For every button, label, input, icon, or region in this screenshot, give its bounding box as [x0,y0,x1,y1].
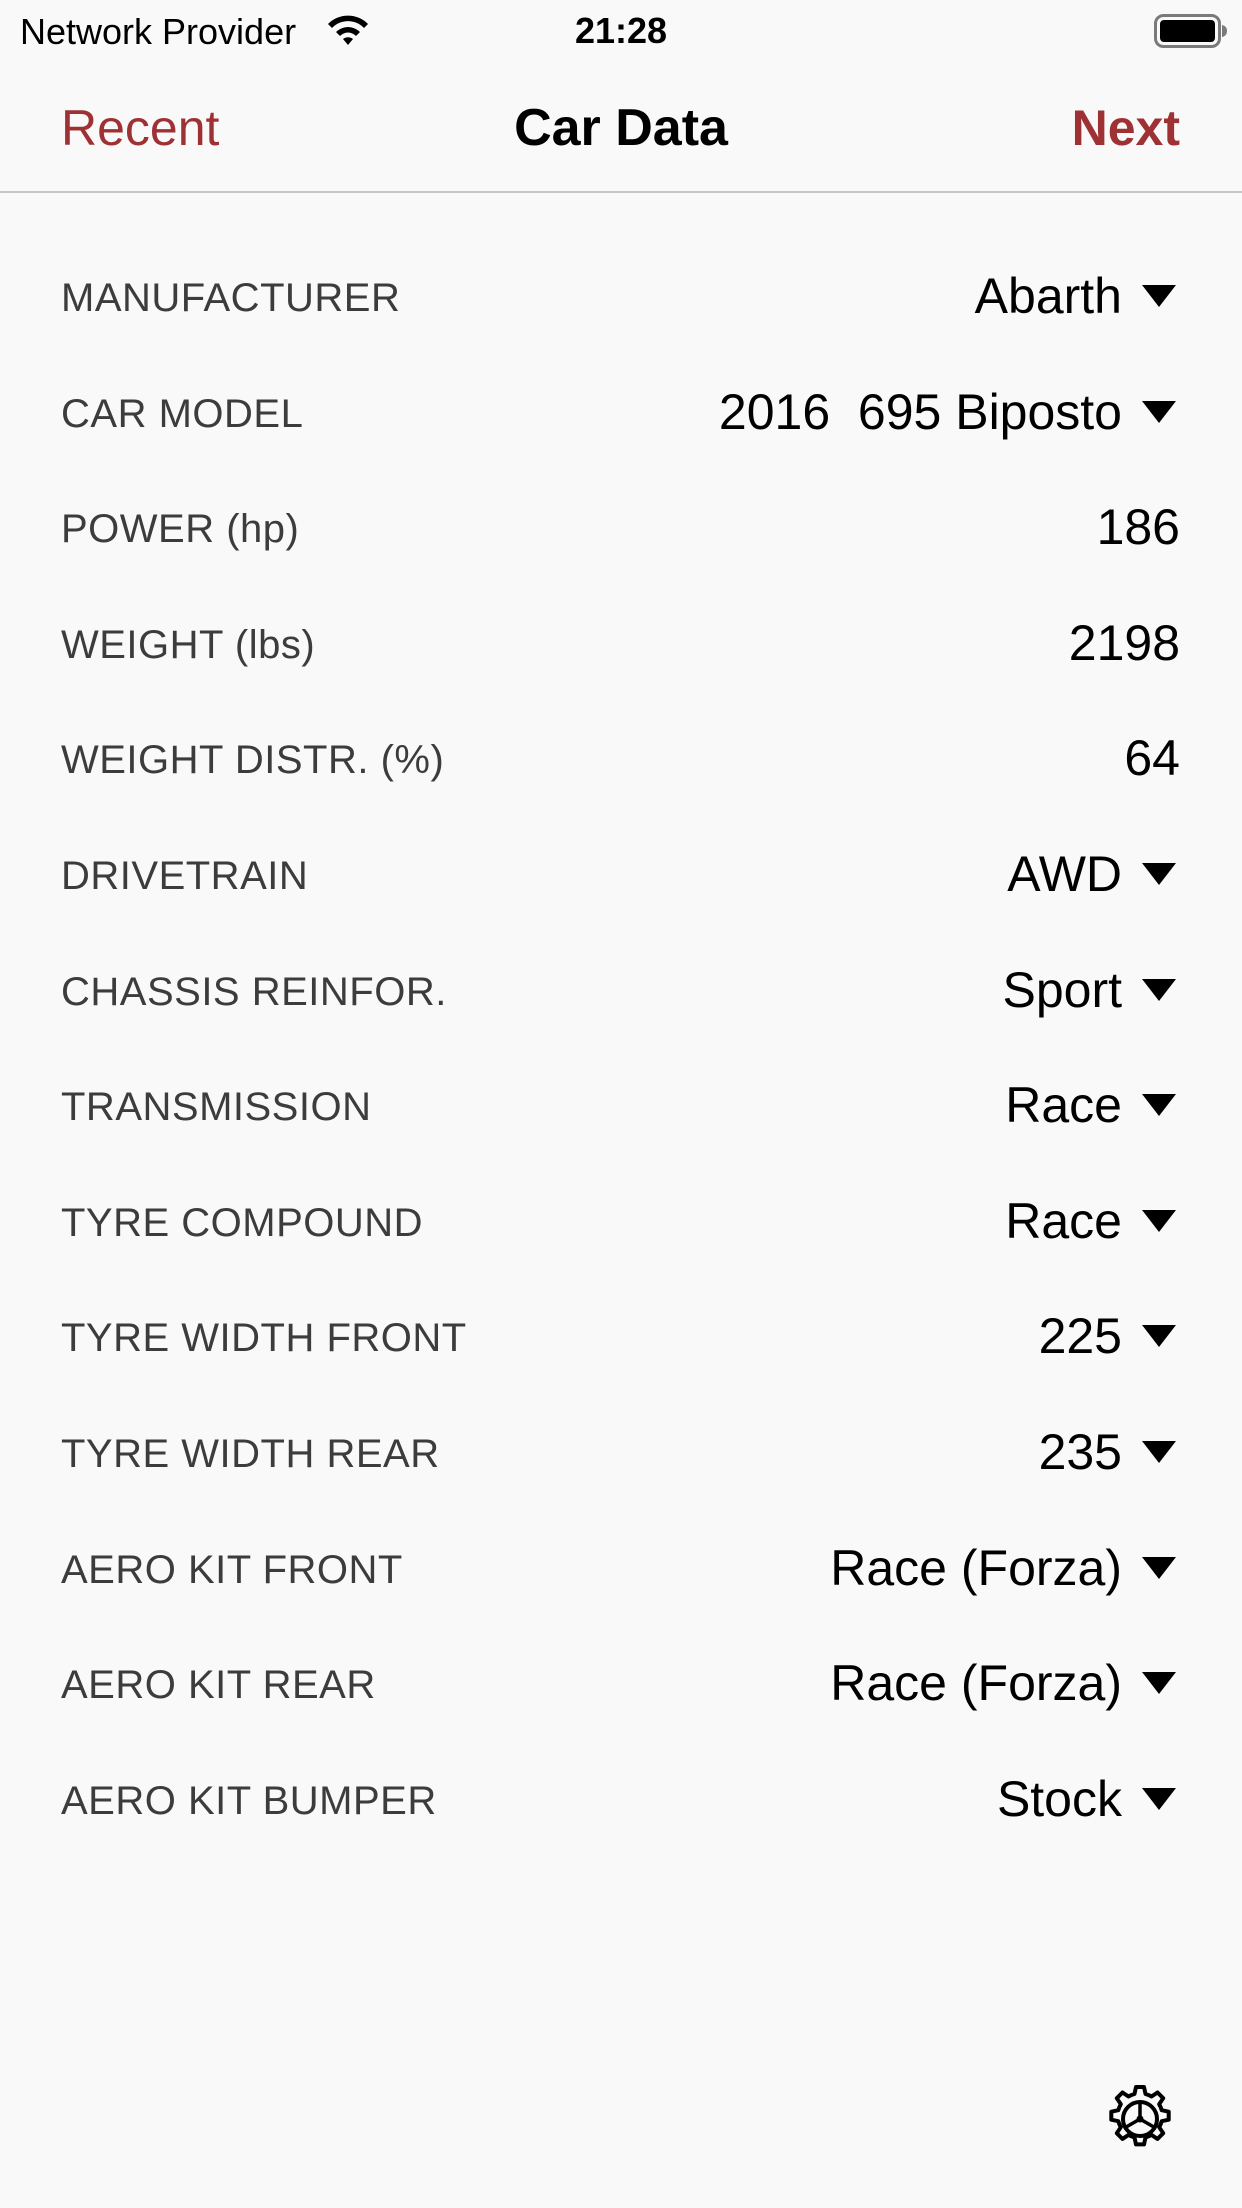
tyre-compound-row: TYRE COMPOUND Race [0,1178,1242,1294]
aero-kit-bumper-row: AERO KIT BUMPER Stock [0,1756,1242,1872]
transmission-label: TRANSMISSION [61,1085,372,1130]
aero-kit-rear-label: AERO KIT REAR [61,1663,376,1708]
aero-kit-bumper-label: AERO KIT BUMPER [61,1778,437,1823]
drivetrain-value: AWD [1007,845,1122,902]
weight-label: WEIGHT (lbs) [61,622,316,667]
tyre-width-front-select[interactable]: 225 [1039,1309,1180,1363]
chassis-reinfor-select[interactable]: Sport [1002,963,1180,1017]
next-button[interactable]: Next [1072,100,1180,156]
battery-full-icon [1154,14,1227,48]
dropdown-caret-icon [1142,1325,1176,1348]
dropdown-caret-icon [1142,978,1176,1001]
tyre-width-rear-select[interactable]: 235 [1039,1425,1180,1479]
weight-distr-label: WEIGHT DISTR. (%) [61,738,445,783]
navigation-bar: Recent Car Data Next [0,62,1242,193]
drivetrain-label: DRIVETRAIN [61,853,309,898]
weight-distr-value: 64 [1124,730,1180,787]
dropdown-caret-icon [1142,400,1176,423]
manufacturer-value: Abarth [974,268,1122,324]
chassis-reinfor-label: CHASSIS REINFOR. [61,969,447,1014]
manufacturer-select[interactable]: Abarth [975,269,1180,323]
gear-icon[interactable] [1104,2083,1176,2155]
page-title: Car Data [514,99,728,157]
transmission-select[interactable]: Race [1005,1078,1180,1132]
aero-kit-front-value: Race (Forza) [830,1539,1122,1596]
tyre-width-rear-label: TYRE WIDTH REAR [61,1431,440,1476]
power-row: POWER (hp) 186 [0,484,1242,600]
dropdown-caret-icon [1142,1787,1176,1810]
transmission-row: TRANSMISSION Race [0,1062,1242,1178]
tyre-width-rear-row: TYRE WIDTH REAR 235 [0,1409,1242,1525]
dropdown-caret-icon [1142,862,1176,885]
aero-kit-bumper-select[interactable]: Stock [997,1772,1180,1826]
aero-kit-front-row: AERO KIT FRONT Race (Forza) [0,1525,1242,1641]
tyre-compound-select[interactable]: Race [1005,1194,1180,1248]
chassis-reinfor-value: Sport [1002,961,1122,1018]
status-bar: Network Provider 21:28 [0,0,1242,62]
aero-kit-rear-row: AERO KIT REAR Race (Forza) [0,1640,1242,1756]
tyre-width-front-row: TYRE WIDTH FRONT 225 [0,1293,1242,1409]
car-model-row: CAR MODEL 2016 695 Biposto [0,369,1242,485]
car-model-value: 2016 695 Biposto [718,383,1122,440]
chassis-reinfor-row: CHASSIS REINFOR. Sport [0,947,1242,1063]
aero-kit-rear-select[interactable]: Race (Forza) [830,1656,1180,1710]
weight-value: 2198 [1068,614,1180,671]
tyre-width-rear-value: 235 [1038,1423,1122,1480]
drivetrain-row: DRIVETRAIN AWD [0,831,1242,947]
dropdown-caret-icon [1142,1556,1176,1579]
manufacturer-label: MANUFACTURER [61,276,401,320]
weight-row: WEIGHT (lbs) 2198 [0,600,1242,716]
tyre-width-front-value: 225 [1038,1308,1122,1365]
car-data-form: MANUFACTURER Abarth CAR MODEL 2016 695 B… [0,253,1242,1871]
power-label: POWER (hp) [61,507,300,552]
aero-kit-rear-value: Race (Forza) [830,1655,1122,1712]
car-model-label: CAR MODEL [61,391,304,436]
aero-kit-bumper-value: Stock [996,1770,1122,1827]
status-time: 21:28 [574,10,668,51]
aero-kit-front-select[interactable]: Race (Forza) [830,1541,1180,1595]
manufacturer-row: MANUFACTURER Abarth [0,253,1242,369]
weight-distr-field[interactable]: 64 [1124,731,1180,785]
dropdown-caret-icon [1142,1440,1176,1463]
tyre-compound-value: Race [1005,1192,1122,1249]
power-value: 186 [1096,499,1180,556]
drivetrain-select[interactable]: AWD [1007,847,1180,901]
dropdown-caret-icon [1142,1094,1176,1117]
dropdown-caret-icon [1142,285,1176,307]
power-field[interactable]: 186 [1097,500,1180,554]
car-model-select[interactable]: 2016 695 Biposto [719,385,1180,439]
tyre-compound-label: TYRE COMPOUND [61,1200,424,1245]
aero-kit-front-label: AERO KIT FRONT [61,1547,403,1592]
weight-field[interactable]: 2198 [1069,616,1180,670]
weight-distr-row: WEIGHT DISTR. (%) 64 [0,715,1242,831]
dropdown-caret-icon [1142,1672,1176,1695]
transmission-value: Race [1005,1077,1122,1134]
dropdown-caret-icon [1142,1209,1176,1232]
tyre-width-front-label: TYRE WIDTH FRONT [61,1316,467,1361]
